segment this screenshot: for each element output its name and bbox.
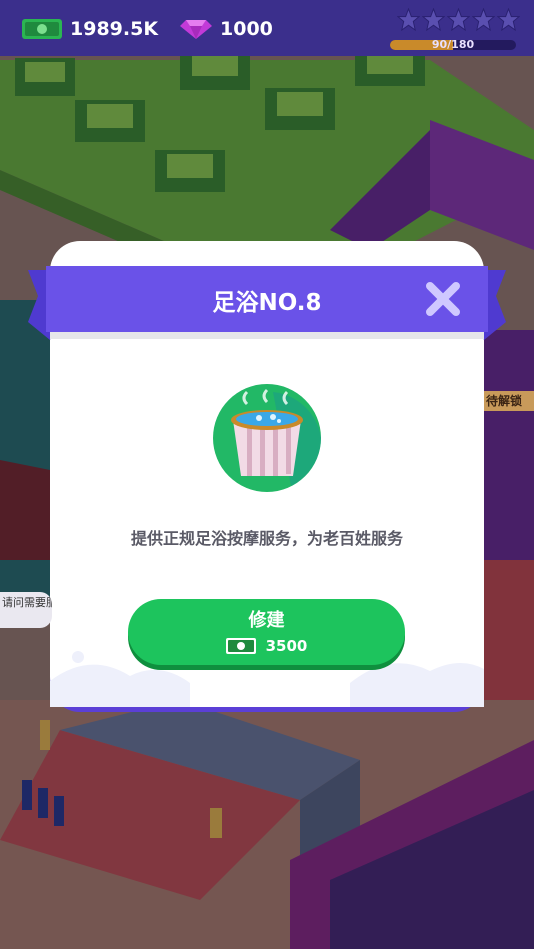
- item-description: 提供正规足浴按摩服务，为老百姓服务: [130, 529, 403, 548]
- unlock-sign: 待解锁: [484, 391, 534, 411]
- build-button[interactable]: 修建 3500: [128, 599, 405, 665]
- game-screen: 1989.5K 1000 90/180 足浴NO.8 提供正规足浴按摩服务，为老…: [0, 0, 534, 949]
- build-button-label: 修建: [248, 610, 285, 631]
- close-icon[interactable]: [424, 280, 462, 318]
- cash-icon: [22, 19, 62, 39]
- xp-progress-text: 90/180: [431, 38, 475, 51]
- gem-amount: 1000: [220, 18, 273, 40]
- star-icon: [397, 8, 420, 31]
- gem-counter: 1000: [180, 14, 273, 44]
- dialog-title: 足浴NO.8: [212, 290, 322, 316]
- gem-icon: [180, 20, 212, 39]
- build-cost: 3500: [128, 635, 405, 657]
- top-hud: 1989.5K 1000 90/180: [0, 0, 534, 56]
- build-cost-amount: 3500: [265, 637, 308, 655]
- star-icon: [422, 8, 445, 31]
- cash-counter: 1989.5K: [22, 14, 158, 44]
- star-icon: [497, 8, 520, 31]
- star-icon: [447, 8, 470, 31]
- cash-icon: [225, 638, 256, 654]
- speech-bubble: 请问需要服: [0, 592, 52, 628]
- title-divider: [50, 332, 484, 339]
- star-icon: [472, 8, 495, 31]
- rating-stars: [397, 8, 520, 31]
- cash-amount: 1989.5K: [70, 18, 159, 40]
- foot-bath-tub-icon: [213, 384, 321, 492]
